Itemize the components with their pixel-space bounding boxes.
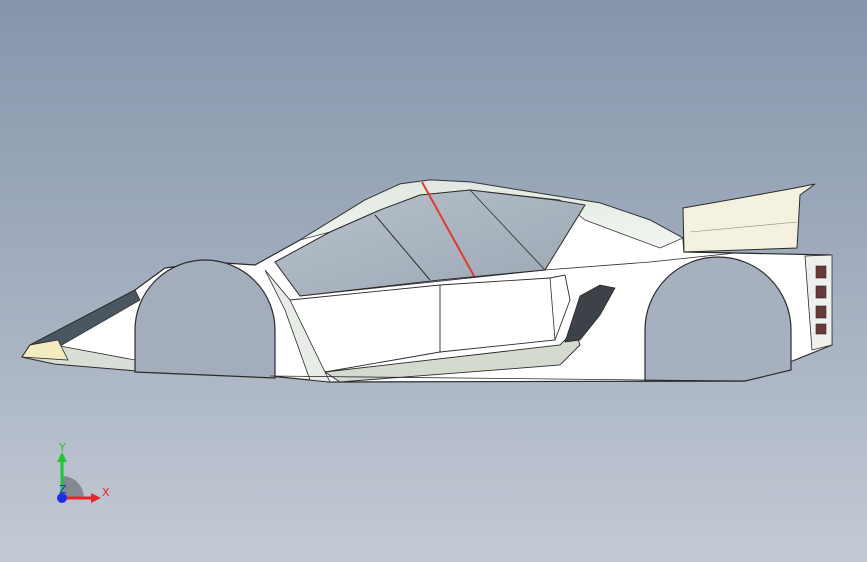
rear-wing bbox=[682, 183, 816, 253]
car-body-model[interactable] bbox=[0, 0, 867, 562]
coordinate-triad: Y X Z bbox=[57, 441, 110, 503]
taillight-4 bbox=[815, 323, 827, 335]
taillight-1 bbox=[815, 265, 827, 279]
x-axis-arrow-icon bbox=[91, 493, 101, 503]
x-axis-label: X bbox=[102, 486, 110, 499]
taillight-2 bbox=[815, 285, 827, 299]
y-axis-label: Y bbox=[58, 441, 66, 454]
taillight-3 bbox=[815, 305, 827, 319]
cad-viewport[interactable]: Y X Z bbox=[0, 0, 867, 562]
z-axis-label: Z bbox=[59, 483, 67, 496]
